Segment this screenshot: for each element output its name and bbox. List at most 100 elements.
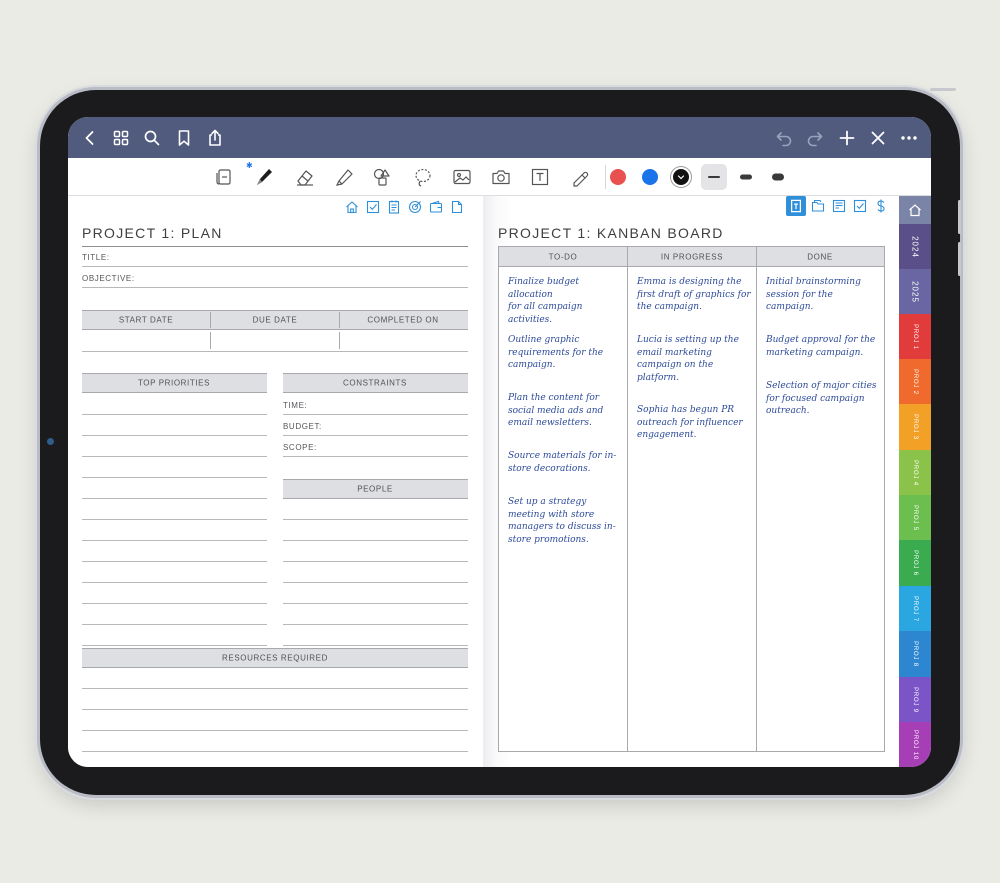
kanban-card[interactable]: Initial brainstorming session for the ca… <box>766 276 884 314</box>
image-icon[interactable] <box>451 166 473 188</box>
people-line[interactable] <box>283 540 468 541</box>
priority-line[interactable] <box>82 603 267 604</box>
tab-proj-3[interactable]: PROJ 3 <box>899 404 931 450</box>
priority-line[interactable] <box>82 645 267 646</box>
bookmark-icon[interactable] <box>174 128 194 148</box>
wallet-icon[interactable] <box>428 199 444 215</box>
tab-proj-4[interactable]: PROJ 4 <box>899 450 931 495</box>
people-line[interactable] <box>283 582 468 583</box>
priority-line[interactable] <box>82 498 267 499</box>
kanban-card[interactable]: Outline graphic requirements for the cam… <box>508 334 626 372</box>
card-line: Emma is designing the <box>637 277 742 287</box>
share-icon[interactable] <box>205 128 225 148</box>
objective-field-line[interactable] <box>82 287 468 288</box>
plus-icon[interactable] <box>837 128 857 148</box>
people-line[interactable] <box>283 519 468 520</box>
kanban-card[interactable]: Selection of major cities for focused ca… <box>766 380 884 418</box>
kanban-card[interactable]: Sophia has begun PR outreach for influen… <box>637 404 755 442</box>
card-line: engagement. <box>637 430 697 440</box>
kanban-card[interactable]: Lucia is setting up the email marketing … <box>637 334 755 384</box>
toolbar-separator <box>605 165 606 189</box>
tab-label: 2024 <box>910 235 920 258</box>
priority-line[interactable] <box>82 519 267 520</box>
kanban-icon[interactable] <box>786 196 806 216</box>
priority-line[interactable] <box>82 540 267 541</box>
stroke-medium[interactable] <box>733 164 759 190</box>
tab-proj-1[interactable]: PROJ 1 <box>899 314 931 359</box>
camera-icon[interactable] <box>490 166 512 188</box>
planner-icon[interactable] <box>831 198 847 214</box>
kanban-card[interactable]: Set up a strategy meeting with store man… <box>508 496 626 546</box>
card-line: Finalize budget allocation <box>508 277 579 300</box>
highlighter-icon[interactable] <box>333 166 355 188</box>
tab-label: PROJ 8 <box>912 641 918 667</box>
tab-proj-5[interactable]: PROJ 5 <box>899 495 931 540</box>
tab-2025[interactable]: 2025 <box>899 269 931 314</box>
target-icon[interactable] <box>407 199 423 215</box>
card-line: Plan the content for <box>508 393 600 403</box>
check-icon[interactable] <box>852 198 868 214</box>
check-icon[interactable] <box>365 199 381 215</box>
dates-row-line[interactable] <box>82 351 468 352</box>
tab-2024[interactable]: 2024 <box>899 224 931 269</box>
tab-proj-8[interactable]: PROJ 8 <box>899 631 931 677</box>
tab-proj-2[interactable]: PROJ 2 <box>899 359 931 404</box>
resource-line[interactable] <box>82 730 468 731</box>
close-icon[interactable] <box>868 128 888 148</box>
kanban-card[interactable]: Finalize budget allocation for all campa… <box>508 276 626 326</box>
elements-icon[interactable] <box>569 166 591 188</box>
search-icon[interactable] <box>142 128 162 148</box>
document-icon[interactable] <box>449 199 465 215</box>
grid-icon[interactable] <box>111 128 131 148</box>
resource-line[interactable] <box>82 751 468 752</box>
priority-line[interactable] <box>82 414 267 415</box>
card-line: Outline graphic <box>508 335 580 345</box>
priority-line[interactable] <box>82 435 267 436</box>
priority-line[interactable] <box>82 477 267 478</box>
kanban-card[interactable]: Emma is designing the first draft of gra… <box>637 276 755 314</box>
time-line[interactable] <box>283 414 468 415</box>
stroke-thick[interactable] <box>765 164 791 190</box>
resource-line[interactable] <box>82 709 468 710</box>
priority-line[interactable] <box>82 561 267 562</box>
lasso-icon[interactable] <box>412 166 434 188</box>
more-icon[interactable] <box>899 128 919 148</box>
back-chevron-icon[interactable] <box>80 128 100 148</box>
scope-line[interactable] <box>283 456 468 457</box>
people-line[interactable] <box>283 645 468 646</box>
people-line[interactable] <box>283 561 468 562</box>
budget-line[interactable] <box>283 435 468 436</box>
tab-proj-7[interactable]: PROJ 7 <box>899 586 931 631</box>
kanban-card[interactable]: Plan the content for social media ads an… <box>508 392 626 430</box>
text-icon[interactable] <box>529 166 551 188</box>
tab-home[interactable] <box>899 196 931 224</box>
eraser-icon[interactable] <box>294 166 316 188</box>
read-mode-icon[interactable] <box>213 166 235 188</box>
tab-label: 2025 <box>910 280 920 303</box>
color-red-swatch[interactable] <box>610 169 626 185</box>
resource-line[interactable] <box>82 688 468 689</box>
pen-icon[interactable] <box>253 166 275 188</box>
priority-line[interactable] <box>82 624 267 625</box>
tab-proj-10[interactable]: PROJ 10 <box>899 722 931 767</box>
tab-proj-6[interactable]: PROJ 6 <box>899 540 931 586</box>
color-blue-swatch[interactable] <box>642 169 658 185</box>
tab-proj-9[interactable]: PROJ 9 <box>899 677 931 722</box>
color-black-swatch[interactable] <box>673 169 689 185</box>
redo-icon[interactable] <box>805 128 825 148</box>
top-bar <box>68 117 931 158</box>
stroke-thin[interactable] <box>701 164 727 190</box>
kanban-card[interactable]: Budget approval for the marketing campai… <box>766 334 884 359</box>
priority-line[interactable] <box>82 582 267 583</box>
people-line[interactable] <box>283 603 468 604</box>
title-field-line[interactable] <box>82 266 468 267</box>
priority-line[interactable] <box>82 456 267 457</box>
undo-icon[interactable] <box>774 128 794 148</box>
home-icon[interactable] <box>344 199 360 215</box>
kanban-card[interactable]: Source materials for in- store decoratio… <box>508 450 626 475</box>
dollar-icon[interactable] <box>873 198 889 214</box>
files-icon[interactable] <box>810 198 826 214</box>
shapes-icon[interactable] <box>371 166 393 188</box>
notes-icon[interactable] <box>386 199 402 215</box>
people-line[interactable] <box>283 624 468 625</box>
